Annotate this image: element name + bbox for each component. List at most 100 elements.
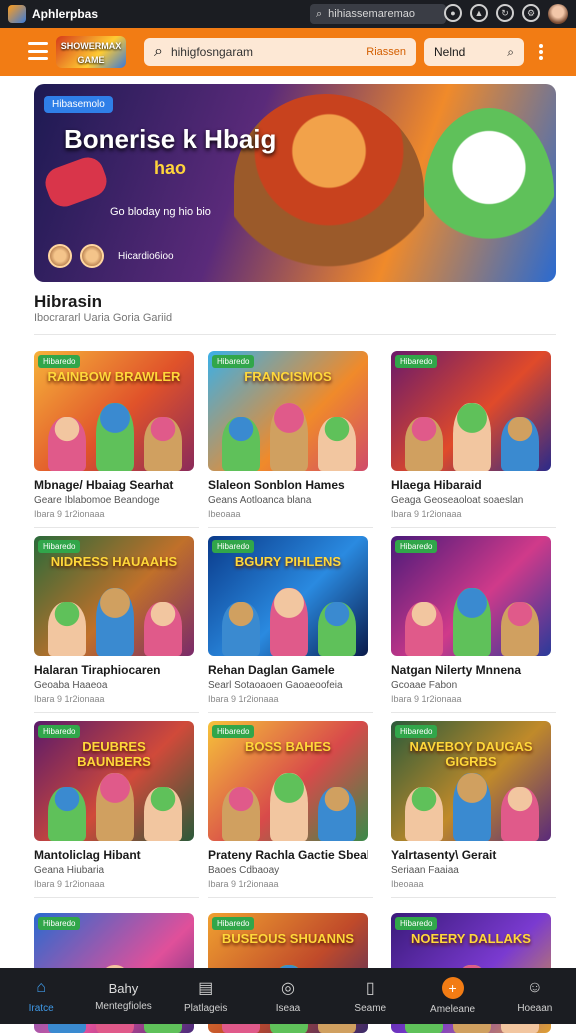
hero-title: Bonerise k Hbaig <box>64 124 277 154</box>
game-thumbnail[interactable]: Hibaredo RAINBOW BRAWLER <box>34 351 194 471</box>
thumbnail-title-art: RAINBOW BRAWLER <box>47 369 181 384</box>
game-card[interactable]: Hibaredo NAVEBOY DAUGAS GIGRBS Yalrtasenty… <box>391 721 551 889</box>
character-figure <box>144 787 182 841</box>
status-bar: Aphlerpbas ⌕ hihiassemaremao ● ▲ ↻ ⚙ <box>0 0 576 28</box>
url-bar[interactable]: ⌕ hihiassemaremao <box>310 4 446 24</box>
game-card[interactable]: Hibaredo DEUBRES BAUNBERS Mantoliclag Hiba… <box>34 721 194 889</box>
character-figure <box>318 417 356 471</box>
character-figure <box>222 787 260 841</box>
game-subtitle: Geare Iblabomoe Beandoge <box>34 495 160 506</box>
game-badge: Hibaredo <box>38 540 81 553</box>
app-name: Aphlerpbas <box>32 7 99 21</box>
divider <box>208 712 373 713</box>
character-figure <box>318 787 356 841</box>
game-card[interactable]: Hibaredo FRANCISMOS Slaleon Sonblon Hames G… <box>208 351 368 519</box>
game-card[interactable]: Hibaredo Hlaega Hibaraid Geaga Geoseaoloat… <box>391 351 551 519</box>
game-card[interactable]: Hibaredo Natgan Nilerty Mnnena Gcoaae Fabo… <box>391 536 551 704</box>
game-meta: Ibara 9 1r2ionaaa <box>34 879 105 889</box>
avatar[interactable] <box>48 244 72 268</box>
avatar[interactable] <box>548 4 568 24</box>
nav-item-add[interactable]: + Ameleane <box>411 968 493 1024</box>
game-title[interactable]: Hlaega Hibaraid <box>391 478 551 492</box>
compass-icon: ◎ <box>281 980 295 997</box>
nav-label: Iseaa <box>275 1003 301 1014</box>
thumbnail-title-art: DEUBRES BAUNBERS <box>77 739 151 769</box>
game-thumbnail[interactable]: Hibaredo FRANCISMOS <box>208 351 368 471</box>
game-thumbnail[interactable]: Hibaredo NIDRESS HAUAAHS <box>34 536 194 656</box>
game-title[interactable]: Mbnage/ Hbaiag Searhat <box>34 478 194 492</box>
game-title[interactable]: Mantoliclag Hibant <box>34 848 194 862</box>
character-figure <box>453 403 491 471</box>
game-title[interactable]: Slaleon Sonblon Hames <box>208 478 368 492</box>
avatar[interactable] <box>80 244 104 268</box>
game-badge: Hibaredo <box>395 725 438 738</box>
character-figure <box>96 773 134 841</box>
shield-icon[interactable]: ● <box>444 4 462 22</box>
divider <box>34 334 556 335</box>
game-thumbnail[interactable]: Hibaredo NAVEBOY DAUGAS GIGRBS <box>391 721 551 841</box>
character-figure <box>48 417 86 471</box>
game-card[interactable]: Hibaredo RAINBOW BRAWLER Mbnage/ Hbaiag Se… <box>34 351 194 519</box>
game-badge: Hibaredo <box>38 725 81 738</box>
game-title[interactable]: Yalrtasenty\ Gerait <box>391 848 551 862</box>
search-icon: ⌕ <box>154 43 163 60</box>
game-title[interactable]: Prateny Rachla Gactie Sbeals <box>208 848 368 862</box>
settings-icon[interactable]: ⚙ <box>522 4 540 22</box>
character-figure <box>222 417 260 471</box>
search-icon: ⌕ <box>507 44 514 59</box>
hero-banner[interactable]: Hibasemolo Bonerise k Hbaig hao Go bloda… <box>34 84 556 282</box>
more-options-icon[interactable] <box>538 44 544 60</box>
nav-item-games[interactable]: ▯ Seame <box>329 968 411 1024</box>
thumbnail-title-art: NOEERY DALLAKS <box>411 931 531 946</box>
game-card[interactable]: Hibaredo BGURY PIHLENS Rehan Daglan Gamele… <box>208 536 368 704</box>
nav-label: Platlageis <box>184 1003 228 1014</box>
game-meta: Ibara 9 1r2ionaaa <box>391 509 462 519</box>
game-title[interactable]: Rehan Daglan Gamele <box>208 663 368 677</box>
character-figure <box>318 602 356 656</box>
game-thumbnail[interactable]: Hibaredo <box>391 351 551 471</box>
character-figure <box>501 417 539 471</box>
divider <box>208 527 373 528</box>
thumbnail-title-art: NIDRESS HAUAAHS <box>50 554 178 569</box>
brand-logo[interactable]: SHOWERMAX GAME <box>56 36 126 68</box>
game-badge: Hibaredo <box>212 540 255 553</box>
filter-select[interactable]: Nelnd ⌕ <box>424 38 524 66</box>
nav-item-profile[interactable]: ☺ Hoeaan <box>494 968 576 1024</box>
game-title[interactable]: Natgan Nilerty Mnnena <box>391 663 551 677</box>
nav-item-explore[interactable]: ◎ Iseaa <box>247 968 329 1024</box>
plus-icon: + <box>441 977 464 999</box>
game-thumbnail[interactable]: Hibaredo BGURY PIHLENS <box>208 536 368 656</box>
divider <box>208 897 373 898</box>
refresh-icon[interactable]: ↻ <box>496 4 514 22</box>
character-figure <box>405 602 443 656</box>
game-card[interactable]: Hibaredo BOSS BAHES Prateny Rachla Gactie … <box>208 721 368 889</box>
lock-icon: ⌕ <box>316 7 323 20</box>
nav-item-platforms[interactable]: ▤ Platlageis <box>165 968 247 1024</box>
game-card[interactable]: Hibaredo NIDRESS HAUAAHS Halaran Tiraphioc… <box>34 536 194 704</box>
divider <box>391 897 556 898</box>
hamburger-menu-icon[interactable] <box>28 42 48 60</box>
nav-item-home[interactable]: ⌂ Iratce <box>0 968 82 1024</box>
search-input[interactable]: ⌕ hihigfosngaram Riassen <box>144 38 416 66</box>
game-badge: Hibaredo <box>212 355 255 368</box>
divider <box>34 897 199 898</box>
nav-item-categories[interactable]: Bahy Mentegfioles <box>82 968 164 1024</box>
game-meta: Ibeoaaa <box>208 509 241 519</box>
character-figure <box>96 403 134 471</box>
search-value: hihigfosngaram <box>170 45 254 59</box>
game-subtitle: Searl Sotaoaoen Gaoaeoofeia <box>208 680 343 691</box>
game-thumbnail[interactable]: Hibaredo <box>391 536 551 656</box>
game-title[interactable]: Halaran Tiraphiocaren <box>34 663 194 677</box>
bookmark-icon[interactable]: ▲ <box>470 4 488 22</box>
game-thumbnail[interactable]: Hibaredo BOSS BAHES <box>208 721 368 841</box>
character-figure <box>96 588 134 656</box>
url-text: hihiassemaremao <box>328 8 415 20</box>
character-figure <box>405 787 443 841</box>
thumbnail-title-art: BGURY PIHLENS <box>234 554 342 569</box>
hero-character-frog <box>424 108 554 278</box>
game-thumbnail[interactable]: Hibaredo DEUBRES BAUNBERS <box>34 721 194 841</box>
divider <box>34 527 199 528</box>
app-logo-icon <box>8 5 26 23</box>
character-figure <box>144 602 182 656</box>
search-filter-tag[interactable]: Riassen <box>366 46 406 58</box>
